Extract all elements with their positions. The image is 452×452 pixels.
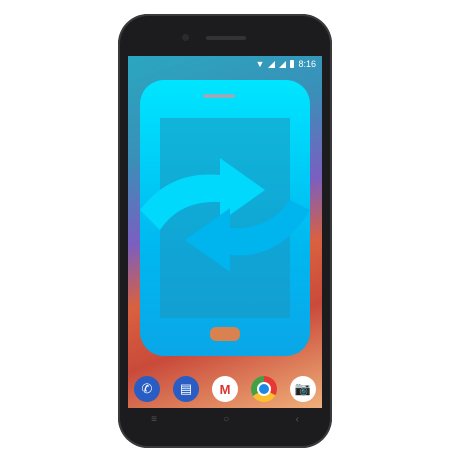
status-time: 8:16 bbox=[298, 59, 316, 69]
battery-icon bbox=[290, 60, 295, 68]
sync-arrows-icon bbox=[140, 158, 310, 272]
messages-icon[interactable]: ▤ bbox=[173, 376, 199, 402]
wifi-icon: ▼ bbox=[255, 59, 265, 69]
home-icon[interactable]: ○ bbox=[223, 414, 229, 425]
gmail-icon[interactable]: M bbox=[212, 376, 238, 402]
back-icon[interactable]: ‹ bbox=[296, 414, 299, 425]
app-dock: ✆ ▤ M 📷 bbox=[134, 376, 316, 402]
signal-icon-2 bbox=[279, 60, 287, 68]
camera-icon[interactable]: 📷 bbox=[290, 376, 316, 402]
front-camera bbox=[182, 34, 189, 41]
earpiece-speaker bbox=[206, 36, 246, 40]
nav-bar: ≡ ○ ‹ bbox=[118, 414, 332, 425]
speaker-slot bbox=[203, 94, 235, 98]
status-bar: ▼ 8:16 bbox=[256, 59, 316, 69]
signal-icon bbox=[268, 60, 276, 68]
menu-icon[interactable]: ≡ bbox=[151, 414, 157, 425]
home-button-icon bbox=[210, 327, 240, 341]
phone-icon[interactable]: ✆ bbox=[134, 376, 160, 402]
chrome-icon[interactable] bbox=[251, 376, 277, 402]
